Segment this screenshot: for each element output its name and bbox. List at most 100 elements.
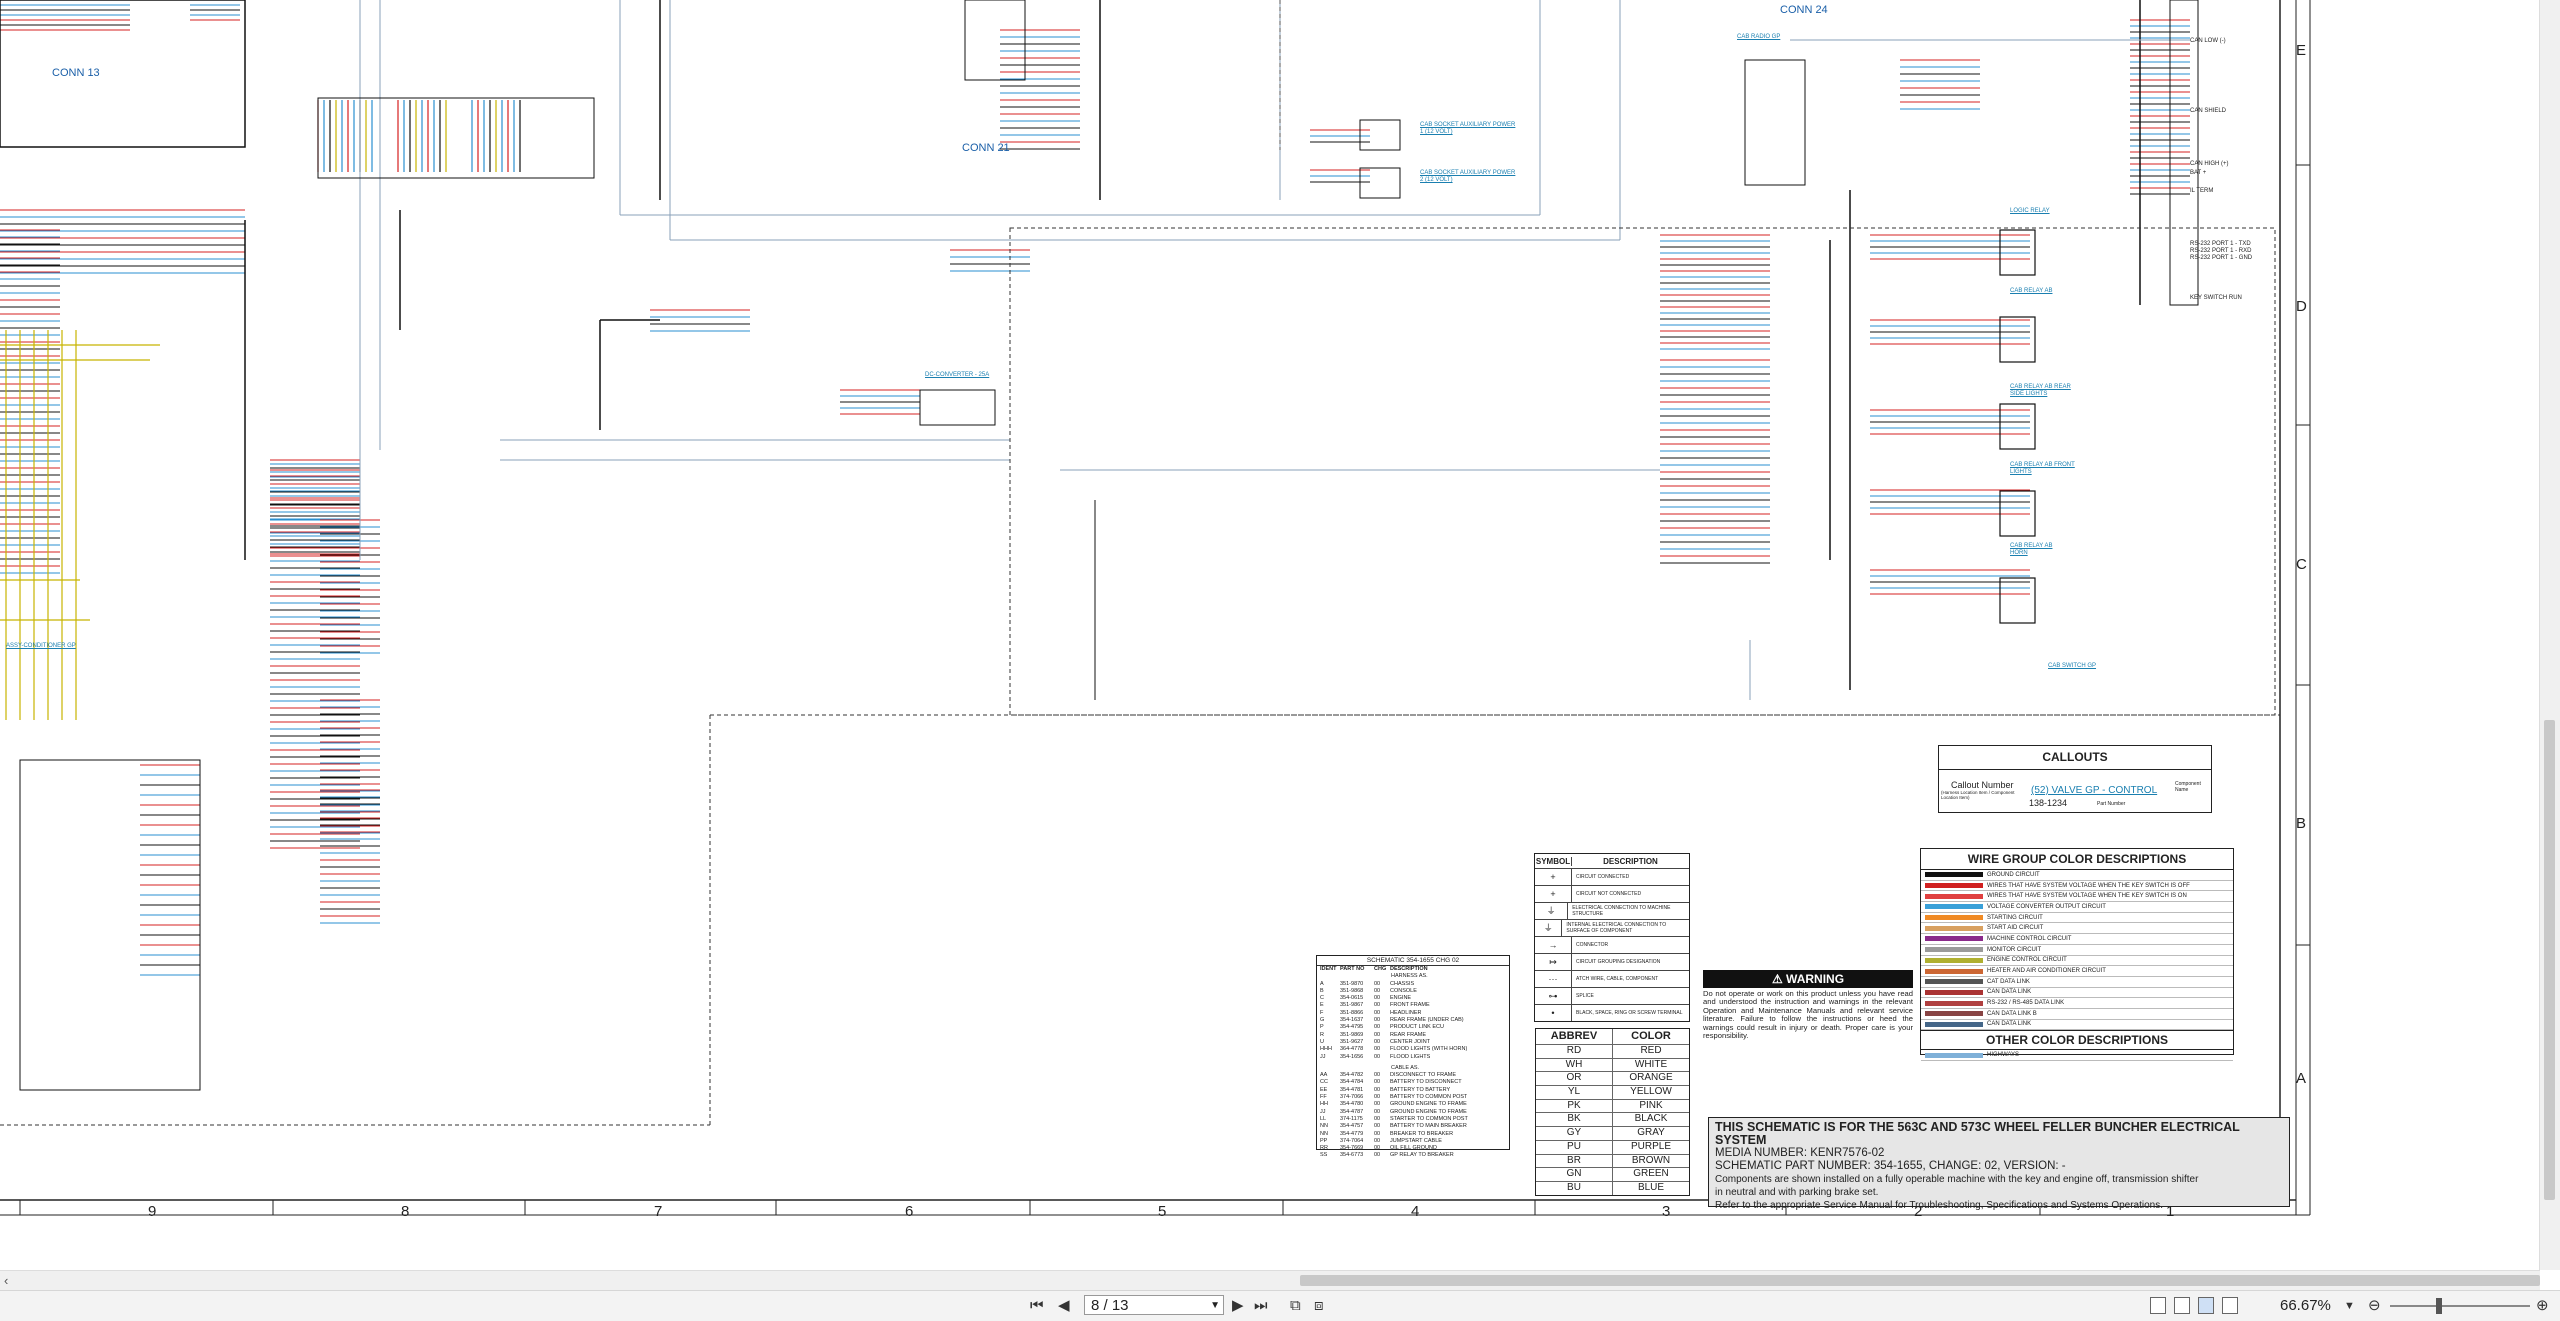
wire-group-row: START AID CIRCUIT [1921, 923, 2233, 935]
schematic-title: THIS SCHEMATIC IS FOR THE 563C AND 573C … [1715, 1120, 2240, 1147]
symbol-description: ELECTRICAL CONNECTION TO MACHINE STRUCTU… [1572, 905, 1671, 917]
abbrev-code: GY [1536, 1127, 1613, 1140]
wire-color-swatch [1925, 1052, 1983, 1058]
parts-cell: RR [1320, 1145, 1328, 1152]
symbol-row: + CIRCUIT NOT CONNECTED [1535, 885, 1689, 902]
harness-label: IL TERM [2190, 188, 2214, 194]
warning-text: Do not operate or work on this product u… [1703, 989, 1913, 1041]
horizontal-scrollbar[interactable]: ‹ › [0, 1270, 2540, 1291]
single-page-view-icon[interactable] [2150, 1297, 2166, 1314]
scroll-thumb[interactable] [2544, 720, 2555, 1200]
harness-label: CAN HIGH (+) [2190, 161, 2229, 167]
component-link[interactable]: CAB SWITCH GP [2048, 663, 2108, 670]
parts-row: PP 374-7064 00 JUMPSTART CABLE [1317, 1138, 1509, 1145]
parts-cell: HHH [1320, 1046, 1332, 1053]
parts-cell: 00 [1374, 1017, 1381, 1024]
parts-row: NN 354-4757 00 BATTERY TO MAIN BREAKER [1317, 1123, 1509, 1130]
parts-cell: ENGINE [1390, 995, 1412, 1002]
zoom-level[interactable]: 66.67% [2280, 1296, 2331, 1316]
parts-cell: 00 [1374, 1130, 1381, 1137]
parts-cell: SS [1320, 1152, 1328, 1159]
parts-cell: NN [1320, 1123, 1328, 1130]
parts-row: JJ 354-1656 00 FLOOD LIGHTS [1317, 1054, 1509, 1061]
parts-cell: 00 [1374, 1115, 1381, 1122]
abbrev-code: GN [1536, 1168, 1613, 1181]
parts-cell: AA [1320, 1072, 1328, 1079]
warning-icon: ⚠ [1771, 972, 1783, 986]
scroll-left-icon[interactable]: ‹ [4, 1273, 8, 1288]
callout-example-link[interactable]: (52) VALVE GP - CONTROL [2031, 785, 2157, 796]
component-link[interactable]: CAB RADIO GP [1737, 34, 1807, 41]
zoom-dropdown-icon[interactable]: ▼ [2344, 1296, 2355, 1316]
vertical-scrollbar[interactable] [2539, 0, 2560, 1270]
parts-row: FF 374-7066 00 BATTERY TO COMMON POST [1317, 1094, 1509, 1101]
next-page-icon[interactable]: ▶ [1232, 1296, 1244, 1316]
page-number-select[interactable]: 8 / 13 ▼ [1084, 1295, 1224, 1315]
color-abbrev-row: YL YELLOW [1536, 1085, 1689, 1099]
component-link[interactable]: CAB RELAY AB [2010, 288, 2075, 295]
harness-label: CAN LOW (-) [2190, 38, 2226, 44]
parts-row: LL 374-1175 00 STARTER TO COMMON POST [1317, 1116, 1509, 1123]
parts-cell: STARTER TO COMMON POST [1390, 1115, 1468, 1122]
parts-cell: OIL FILL GROUND [1390, 1145, 1437, 1152]
parts-header: DESCRIPTION [1390, 966, 1428, 972]
fit-width-icon[interactable] [2222, 1297, 2238, 1314]
continuous-view-icon[interactable] [2174, 1297, 2190, 1314]
parts-cell: 00 [1374, 1072, 1381, 1079]
abbrev-code: BK [1536, 1113, 1613, 1127]
wire-group-label: WIRES THAT HAVE SYSTEM VOLTAGE WHEN THE … [1987, 882, 2190, 889]
wire-group-legend: WIRE GROUP COLOR DESCRIPTIONS GROUND CIR… [1920, 848, 2234, 1061]
wire-color-swatch [1925, 1021, 1983, 1027]
component-link[interactable]: ASSY-CONDITIONER GP [6, 643, 76, 650]
scroll-thumb[interactable] [1300, 1275, 2540, 1286]
component-link[interactable]: CAB RELAY AB FRONT LIGHTS [2010, 462, 2075, 476]
last-page-icon[interactable]: ⏭ [1254, 1296, 1268, 1316]
parts-cell: GROUND ENGINE TO FRAME [1390, 1101, 1467, 1108]
zoom-slider[interactable] [2390, 1298, 2530, 1314]
parts-cell: 374-7064 [1340, 1137, 1364, 1144]
parts-list-title: SCHEMATIC 354-1655 CHG 02 [1317, 956, 1509, 966]
color-abbrev-row: WH WHITE [1536, 1057, 1689, 1072]
abbrev-code: PU [1536, 1140, 1613, 1154]
zoom-slider-knob[interactable] [2436, 1298, 2442, 1314]
parts-cell: BATTERY TO BATTERY [1390, 1086, 1451, 1093]
component-link[interactable]: DC-CONVERTER - 25A [925, 372, 989, 379]
component-link[interactable]: LOGIC RELAY [2010, 208, 2055, 215]
document-viewport[interactable]: CONN 13 CONN 21 CONN 24 ASSY-CONDITIONER… [0, 0, 2540, 1270]
component-link[interactable]: CAB SOCKET AUXILIARY POWER 1 (12 VOLT) [1420, 122, 1520, 136]
parts-cell: 00 [1374, 1086, 1381, 1093]
copy-page-icon[interactable]: ⧉ [1290, 1296, 1301, 1316]
abbrev-color: YELLOW [1630, 1086, 1672, 1098]
wire-group-title: WIRE GROUP COLOR DESCRIPTIONS [1921, 849, 2233, 870]
frame [1999, 403, 2036, 450]
component-link[interactable]: CAB SOCKET AUXILIARY POWER 2 (12 VOLT) [1420, 170, 1520, 184]
parts-row: U 351-9627 00 CENTER JOINT [1317, 1039, 1509, 1046]
parts-cell: BREAKER TO BREAKER [1390, 1130, 1454, 1137]
parts-cell: HH [1320, 1101, 1328, 1108]
parts-cell: 00 [1374, 995, 1381, 1002]
parts-row: JJ 354-4787 00 GROUND ENGINE TO FRAME [1317, 1109, 1509, 1116]
parts-cell: REAR FRAME (UNDER CAB) [1390, 1017, 1464, 1024]
parts-cell: GROUND ENGINE TO FRAME [1390, 1108, 1467, 1115]
wire-group-row: RS-232 / RS-485 DATA LINK [1921, 998, 2233, 1009]
abbrev-color: ORANGE [1629, 1072, 1673, 1084]
component-link[interactable]: CAB RELAY AB REAR SIDE LIGHTS [2010, 384, 2075, 398]
extract-page-icon[interactable]: ⧈ [1314, 1296, 1324, 1316]
first-page-icon[interactable]: ⏮ [1030, 1296, 1044, 1316]
parts-cell: 00 [1374, 1094, 1381, 1101]
parts-row: EE 354-4781 00 BATTERY TO BATTERY [1317, 1087, 1509, 1094]
facing-view-icon[interactable] [2198, 1297, 2214, 1314]
parts-cell: 00 [1374, 980, 1381, 987]
parts-cell: 354-4787 [1340, 1108, 1364, 1115]
zoom-in-icon[interactable]: ⊕ [2536, 1296, 2549, 1316]
grid-column-number: 7 [654, 1203, 663, 1220]
parts-cell: 351-9867 [1340, 1002, 1364, 1009]
symbol-row: + CIRCUIT CONNECTED [1535, 868, 1689, 885]
previous-page-icon[interactable]: ◀ [1058, 1296, 1070, 1316]
parts-cell: CONSOLE [1390, 987, 1417, 994]
frame [1359, 119, 1401, 151]
wire-group-row: ENGINE CONTROL CIRCUIT [1921, 956, 2233, 967]
zoom-out-icon[interactable]: ⊖ [2368, 1296, 2381, 1316]
parts-cell: BATTERY TO DISCONNECT [1390, 1079, 1462, 1086]
component-link[interactable]: CAB RELAY AB HORN [2010, 543, 2065, 557]
